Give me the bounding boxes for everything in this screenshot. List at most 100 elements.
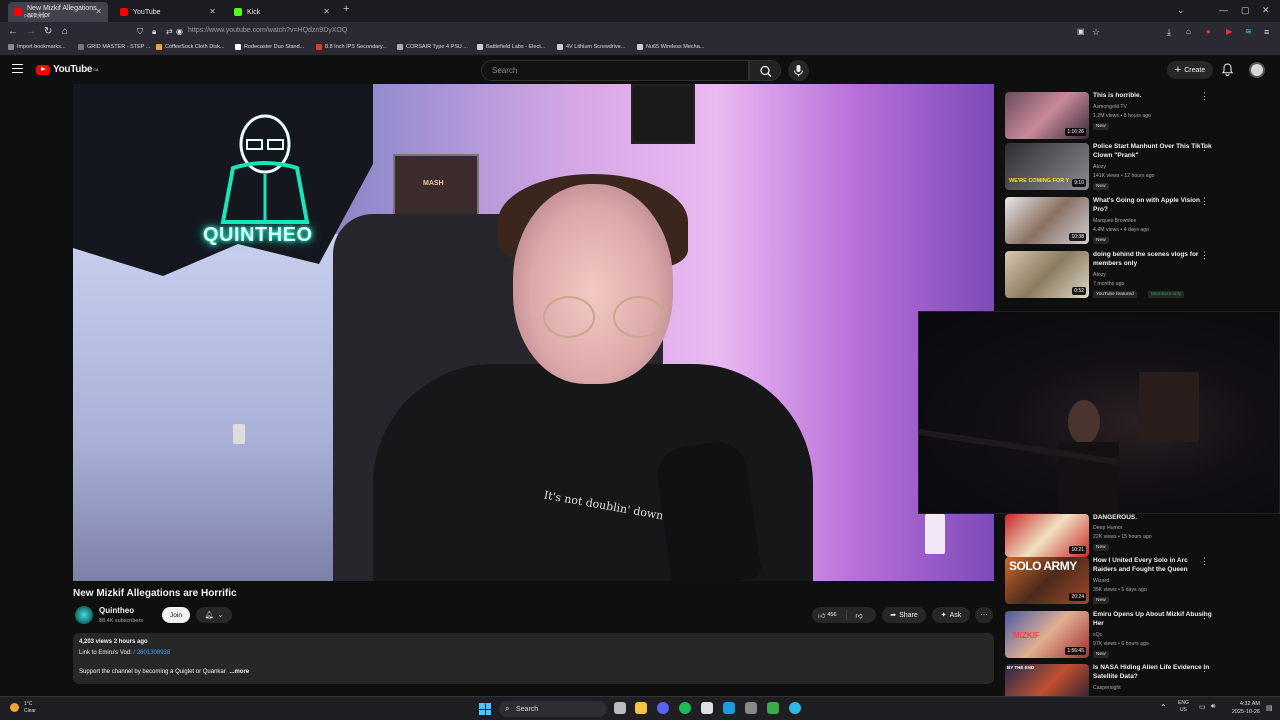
extension-blue-icon[interactable]: ≋ — [1245, 26, 1252, 38]
join-button[interactable]: Join — [162, 607, 190, 623]
tray-chevron-up-icon[interactable]: ⌃ — [1160, 703, 1167, 712]
bookmark-item[interactable]: GRID MASTER - STEP ... — [78, 44, 150, 50]
task-view-icon[interactable] — [614, 702, 626, 714]
video-thumbnail[interactable]: WE'RE COMING FOR Y 9:10 — [1005, 143, 1089, 190]
description-box[interactable]: 4,203 views 2 hours ago Link to Emiru's … — [73, 633, 994, 684]
search-input[interactable]: Search — [481, 60, 749, 81]
recommended-video[interactable]: 0:52 doing behind the scenes vlogs for m… — [1005, 251, 1215, 301]
video-thumbnail[interactable]: 10:21 — [1005, 514, 1089, 557]
recommended-video[interactable]: SOLO ARMY 20:24 How I United Every Solo … — [1005, 557, 1215, 607]
video-player[interactable]: QUINTHEO MASH It's not doublin' down — [73, 84, 994, 581]
recommended-channel[interactable]: Deep Humor — [1093, 525, 1122, 531]
file-explorer-icon[interactable] — [635, 702, 647, 714]
video-thumbnail[interactable]: MIZKIF 1:56:45 — [1005, 611, 1089, 658]
bookmark-item[interactable]: Rodecaster Duo Stand... — [235, 44, 304, 50]
recommended-video[interactable]: 1:16:26 This is horrible. Asmongold TV 1… — [1005, 92, 1215, 142]
recommended-video[interactable]: MIZKIF 1:56:45 Emiru Opens Up About Mizk… — [1005, 611, 1215, 661]
permissions-icon[interactable]: ⇄ — [166, 26, 173, 38]
channel-name[interactable]: Quintheo — [99, 606, 134, 615]
video-thumbnail[interactable]: 1:16:26 — [1005, 92, 1089, 139]
bookmark-star-icon[interactable]: ☆ — [1092, 26, 1100, 38]
video-thumbnail[interactable]: SOLO ARMY 20:24 — [1005, 557, 1089, 604]
spotify-icon[interactable] — [679, 702, 691, 714]
tab-close-icon[interactable]: ✕ — [209, 7, 216, 16]
shield-icon[interactable]: ⛉ — [137, 26, 143, 38]
youtube-logo[interactable]: YouTube CA — [36, 64, 99, 75]
subscription-notify-button[interactable]: 🔔︎ ⌄ — [196, 607, 232, 623]
recommended-channel[interactable]: Caspersight — [1093, 685, 1121, 691]
recommended-title[interactable]: This is horrible. — [1093, 92, 1213, 101]
recommended-channel[interactable]: xQc — [1093, 632, 1102, 638]
search-button[interactable] — [749, 60, 781, 81]
windows-start-icon[interactable] — [479, 703, 491, 715]
home-icon[interactable]: ⌂ — [62, 26, 68, 38]
url-bar[interactable]: https://www.youtube.com/watch?v=HQdzn9Dy… — [188, 27, 347, 34]
recommended-title[interactable]: doing behind the scenes vlogs for member… — [1093, 251, 1213, 268]
recommended-video[interactable]: WE'RE COMING FOR Y 9:10 Police Start Man… — [1005, 143, 1215, 193]
kebab-menu-icon[interactable]: ⋮ — [1200, 197, 1209, 206]
extension-red-icon[interactable]: ● — [1206, 26, 1211, 38]
bookmark-item[interactable]: 4V Lithium Screwdrive... — [557, 44, 625, 50]
tab-close-icon[interactable]: ✕ — [323, 7, 330, 16]
recommended-channel[interactable]: Marques Brownlee — [1093, 218, 1136, 224]
kebab-menu-icon[interactable]: ⋮ — [1200, 143, 1209, 152]
bookmark-item[interactable]: CORSAIR Type 4 PSU ... — [397, 44, 468, 50]
picture-in-picture-window[interactable] — [918, 311, 1280, 515]
new-tab-icon[interactable]: + — [343, 3, 349, 15]
bookmark-item[interactable]: 8.8 Inch IPS Secondary... — [316, 44, 387, 50]
app-icon[interactable] — [767, 702, 779, 714]
share-button[interactable]: ➦ Share — [882, 607, 926, 623]
monitor-icon[interactable]: ▭ — [1199, 703, 1206, 711]
weather-widget[interactable]: 1°C Clear — [24, 701, 36, 715]
video-thumbnail[interactable]: BY THE END — [1005, 664, 1089, 696]
browser-tab-2[interactable]: YouTube ✕ — [114, 2, 222, 22]
reload-icon[interactable]: ↻ — [44, 26, 52, 38]
bookmark-item[interactable]: Battlefield Labs - Elect... — [477, 44, 545, 50]
account-avatar[interactable] — [1249, 62, 1265, 78]
input-language[interactable]: ENG US — [1178, 700, 1189, 714]
back-icon[interactable]: ← — [8, 26, 18, 38]
kebab-menu-icon[interactable]: ⋮ — [1200, 664, 1209, 673]
ask-button[interactable]: ✦ Ask — [932, 607, 970, 623]
like-button[interactable]: 👍︎ 456 — [818, 611, 837, 620]
extension-youtube-icon[interactable]: ▶ — [1226, 26, 1232, 38]
recommended-video[interactable]: BY THE END Is NASA Hiding Alien Life Evi… — [1005, 664, 1215, 696]
notification-center-icon[interactable]: ▤ — [1266, 704, 1273, 712]
video-thumbnail[interactable]: 0:52 — [1005, 251, 1089, 298]
hamburger-menu-icon[interactable] — [12, 64, 23, 73]
app-icon[interactable] — [745, 702, 757, 714]
recommended-channel[interactable]: Atozy — [1093, 272, 1106, 278]
browser-tab-1[interactable]: New Mizkif Allegations are Hor PLAYING ✕ — [8, 2, 108, 22]
kebab-menu-icon[interactable]: ⋮ — [1200, 611, 1209, 620]
recommended-title[interactable]: Police Start Manhunt Over This TikTok Cl… — [1093, 143, 1213, 160]
create-button[interactable]: + Create — [1167, 61, 1213, 79]
browser-tab-3[interactable]: Kick ✕ — [228, 2, 336, 22]
translate-icon[interactable]: ▣ — [1077, 26, 1085, 38]
bookmark-item[interactable]: Import bookmarks... — [8, 44, 66, 50]
recommended-title[interactable]: Emiru Opens Up About Mizkif Abusing Her — [1093, 611, 1213, 628]
recommended-channel[interactable]: Atozy — [1093, 164, 1106, 170]
channel-avatar[interactable] — [75, 606, 93, 624]
more-actions-button[interactable]: ⋯ — [975, 607, 993, 623]
steam-icon[interactable] — [723, 702, 735, 714]
recommended-video[interactable]: 10:21 DANGEROUS. Deep Humor 22K views • … — [1005, 510, 1215, 560]
recommended-title[interactable]: Is NASA Hiding Alien Life Evidence in Sa… — [1093, 664, 1213, 681]
recommended-title[interactable]: DANGEROUS. — [1093, 514, 1213, 523]
recommended-title[interactable]: How I United Every Solo in Arc Raiders a… — [1093, 557, 1213, 574]
show-more-link[interactable]: ...more — [229, 669, 249, 675]
discord-icon[interactable] — [657, 702, 669, 714]
recommended-video[interactable]: 10:38 What's Going on with Apple Vision … — [1005, 197, 1215, 247]
recommended-channel[interactable]: Wizard — [1093, 578, 1109, 584]
system-clock[interactable]: 4:32 AM 2025-10-26 — [1222, 700, 1260, 716]
kebab-menu-icon[interactable]: ⋮ — [1200, 251, 1209, 260]
capcut-icon[interactable] — [701, 702, 713, 714]
minimize-icon[interactable]: — — [1219, 5, 1228, 15]
kebab-menu-icon[interactable]: ⋮ — [1200, 92, 1209, 101]
recommended-title[interactable]: What's Going on with Apple Vision Pro? — [1093, 197, 1213, 214]
browser-icon[interactable] — [789, 702, 801, 714]
volume-icon[interactable]: 🔊︎ — [1211, 703, 1215, 711]
bookmark-item[interactable]: Nu65 Wireless Mecha... — [637, 44, 704, 50]
kebab-menu-icon[interactable]: ⋮ — [1200, 557, 1209, 566]
notifications-bell-icon[interactable] — [1222, 63, 1233, 76]
app-menu-icon[interactable]: ≡ — [1264, 26, 1269, 38]
